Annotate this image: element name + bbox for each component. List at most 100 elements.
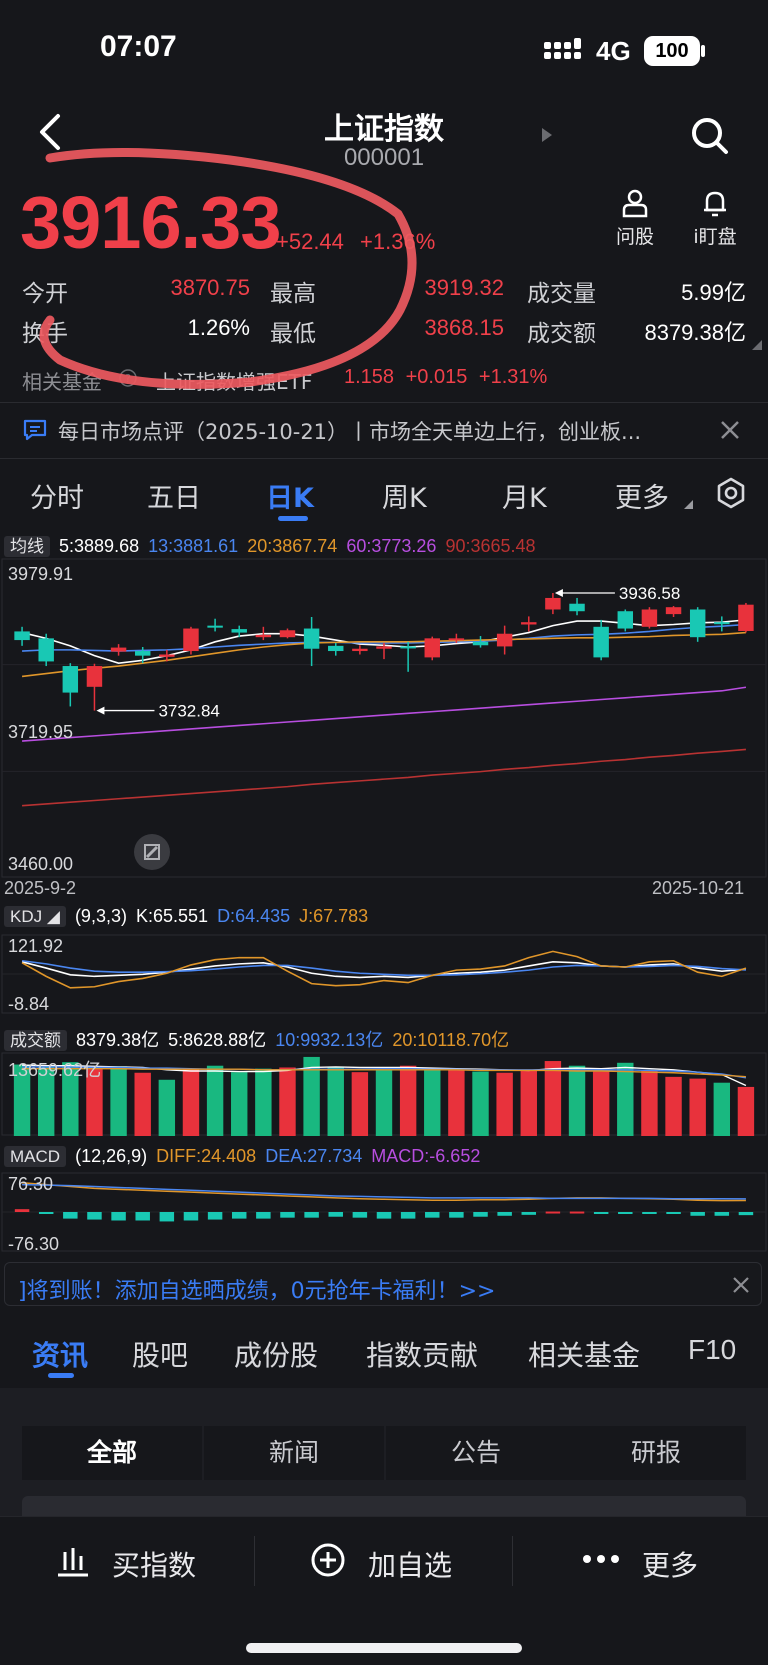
- info-icon[interactable]: ?: [118, 368, 138, 388]
- kdj-j: J:67.783: [299, 906, 369, 926]
- k-frame: [1, 558, 767, 878]
- macd-bar: [473, 1212, 488, 1217]
- current-price: 3916.33: [20, 181, 281, 264]
- tab-five-day[interactable]: 五日: [147, 476, 201, 515]
- volume-bar: [279, 1067, 296, 1136]
- signal-icon: [544, 38, 581, 59]
- draw-tool-button[interactable]: [134, 834, 170, 870]
- candle-body: [472, 641, 489, 646]
- volume-toggle[interactable]: 成交额: [4, 1030, 67, 1051]
- tab-daily-k[interactable]: 日K: [266, 476, 314, 515]
- candle-body: [14, 631, 30, 641]
- volume-bar: [448, 1069, 465, 1136]
- segment-announcements[interactable]: 公告: [386, 1426, 566, 1480]
- search-icon[interactable]: [690, 116, 730, 156]
- candlestick-chart[interactable]: 3936.58 3732.84: [0, 558, 768, 878]
- volume-bar: [520, 1070, 537, 1136]
- next-stock-icon[interactable]: [540, 126, 554, 144]
- macd-y-top-label: 76.30: [8, 1174, 54, 1194]
- candle-body: [279, 630, 296, 638]
- macd-bar: [159, 1212, 175, 1222]
- low-marker-arrow: [96, 706, 105, 715]
- stat-label-amount: 成交额: [527, 321, 596, 347]
- more-dots-icon: [583, 1555, 619, 1563]
- tab-related-funds[interactable]: 相关基金: [528, 1334, 640, 1374]
- volume-bar: [665, 1076, 682, 1136]
- news-item-peek[interactable]: [22, 1496, 746, 1516]
- macd-bar: [690, 1212, 705, 1216]
- tab-f10[interactable]: F10: [688, 1334, 736, 1366]
- related-fund-name[interactable]: 上证指数增强ETF: [156, 366, 312, 395]
- segment-research[interactable]: 研报: [566, 1426, 746, 1480]
- candle-body: [303, 628, 320, 649]
- volume-legend: 成交额 8379.38亿 5:8628.88亿 10:9932.13亿 20:1…: [4, 1026, 509, 1052]
- close-icon[interactable]: [720, 420, 740, 440]
- kdj-y-top-label: 121.92: [8, 936, 64, 956]
- promo-close-icon[interactable]: [732, 1276, 750, 1294]
- tab-contribution[interactable]: 指数贡献: [366, 1334, 478, 1374]
- volume-bar: [472, 1071, 489, 1136]
- macd-line-DEA: [22, 1183, 746, 1200]
- macd-bar: [642, 1212, 657, 1214]
- add-watchlist-button[interactable]: 加自选: [368, 1544, 452, 1584]
- tab-forum[interactable]: 股吧: [132, 1334, 188, 1374]
- candle-body: [231, 629, 247, 633]
- candle-body: [159, 654, 175, 657]
- kdj-y-bottom-label: -8.84: [8, 994, 50, 1014]
- kdj-toggle[interactable]: KDJ ◢: [4, 906, 66, 927]
- buy-index-button[interactable]: 买指数: [112, 1544, 196, 1584]
- volume-bar: [544, 1061, 562, 1136]
- volume-chart[interactable]: [0, 1052, 768, 1136]
- macd-legend: MACD (12,26,9) DIFF:24.408 DEA:27.734 MA…: [4, 1146, 480, 1167]
- macd-bar: [111, 1212, 126, 1221]
- ask-stock-button[interactable]: 问股: [600, 188, 670, 249]
- macd-bar: [714, 1212, 730, 1216]
- candle-body: [641, 609, 658, 627]
- segment-all[interactable]: 全部: [22, 1426, 202, 1480]
- stat-value-volume: 5.99亿: [681, 280, 746, 305]
- person-icon: [622, 189, 648, 218]
- macd-bar: [497, 1212, 512, 1216]
- promo-text[interactable]: ]将到账！添加自选晒成绩，0元抢年卡福利！>>: [18, 1273, 495, 1305]
- tab-more[interactable]: 更多: [615, 476, 669, 515]
- tab-constituents[interactable]: 成份股: [234, 1334, 318, 1374]
- tab-news[interactable]: 资讯: [32, 1334, 88, 1374]
- macd-chart[interactable]: [0, 1172, 768, 1252]
- comment-icon: [23, 419, 47, 441]
- macd-bar: [256, 1212, 271, 1219]
- ma-5: 5:3889.68: [59, 536, 140, 556]
- bell-icon: [704, 191, 726, 217]
- status-time: 07:07: [100, 30, 177, 63]
- stat-label-turnover: 换手: [22, 321, 68, 347]
- expand-corner-icon[interactable]: [752, 340, 762, 350]
- volume-bar: [231, 1072, 248, 1136]
- tab-intraday[interactable]: 分时: [30, 476, 84, 515]
- volume-bar: [713, 1082, 731, 1136]
- tab-weekly-k[interactable]: 周K: [382, 476, 427, 515]
- macd-bar: [738, 1212, 754, 1216]
- candle-body: [424, 638, 440, 658]
- volume-bar: [255, 1068, 272, 1136]
- change-value: +52.44: [276, 229, 344, 254]
- footer-divider: [254, 1536, 255, 1586]
- tab-monthly-k[interactable]: 月K: [502, 476, 547, 515]
- volume-ma5: 5:8628.88亿: [168, 1030, 267, 1050]
- segment-news[interactable]: 新闻: [204, 1426, 384, 1480]
- news-ticker[interactable]: 每日市场点评（2025-10-21）丨市场全天单边上行，创业板...: [58, 416, 641, 446]
- watch-button[interactable]: i盯盘: [680, 188, 750, 249]
- macd-bar: [135, 1212, 150, 1221]
- macd-params: (12,26,9): [75, 1146, 148, 1166]
- volume-bar: [617, 1062, 634, 1136]
- kdj-k: K:65.551: [135, 906, 209, 926]
- fund-change: +0.015: [405, 366, 468, 388]
- candle-body: [62, 666, 79, 693]
- stat-value-amount: 8379.38亿: [644, 320, 746, 345]
- settings-icon[interactable]: [714, 476, 748, 510]
- kdj-d: D:64.435: [217, 906, 291, 926]
- macd-toggle[interactable]: MACD: [4, 1146, 67, 1167]
- kdj-chart[interactable]: [0, 934, 768, 1014]
- stat-label-low: 最低: [270, 321, 316, 347]
- stat-value-open: 3870.75: [170, 275, 250, 300]
- ma-toggle[interactable]: 均线: [4, 536, 50, 557]
- more-button[interactable]: 更多: [642, 1544, 698, 1584]
